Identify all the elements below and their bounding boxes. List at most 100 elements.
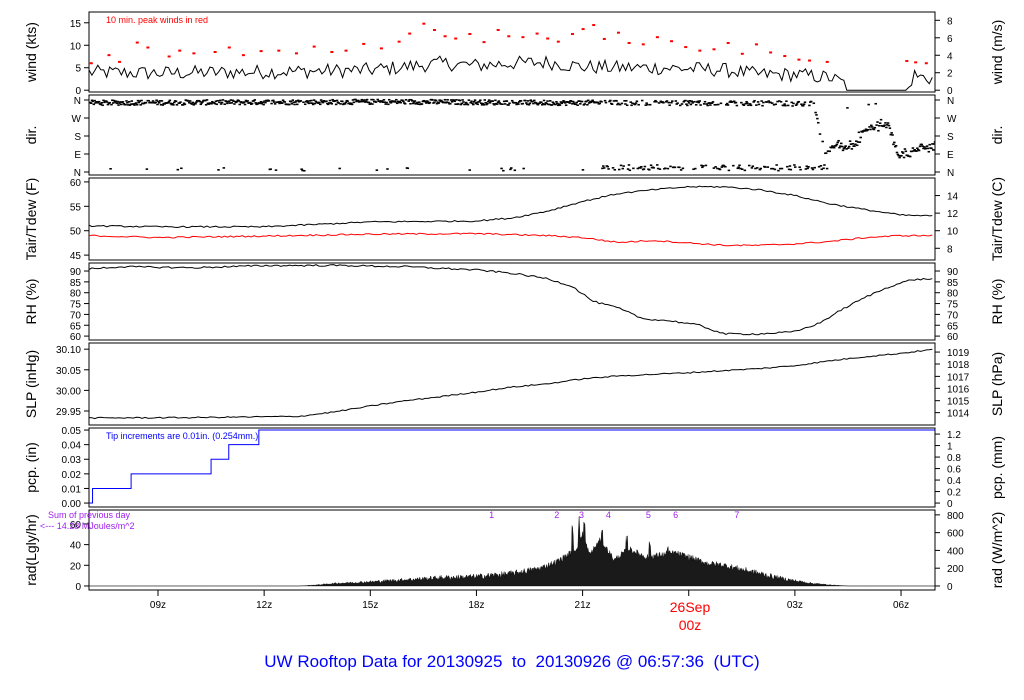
rh-right-tick-label: 90 xyxy=(947,267,959,278)
direction-point xyxy=(704,164,708,167)
direction-point xyxy=(507,104,510,106)
day-marker-hour: 00z xyxy=(679,617,702,633)
direction-point xyxy=(832,146,836,149)
direction-point xyxy=(502,169,505,172)
direction-point xyxy=(680,103,684,105)
direction-point xyxy=(883,124,886,126)
direction-point xyxy=(887,124,891,127)
direction-point xyxy=(930,147,933,150)
direction-point xyxy=(709,104,712,106)
temp-left-tick-label: 60 xyxy=(70,178,82,189)
direction-point xyxy=(784,104,787,107)
direction-point xyxy=(289,100,293,103)
peak-wind-point xyxy=(468,33,472,36)
direction-point xyxy=(199,103,203,106)
pcp-left-tick-label: 0.01 xyxy=(62,484,82,495)
direction-point xyxy=(246,100,249,102)
direction-point xyxy=(749,104,753,107)
direction-point xyxy=(866,128,870,131)
panel-rh: 6065707580859060657075808590RH (%) RH (%) xyxy=(23,262,1005,343)
direction-point xyxy=(646,103,649,106)
direction-point xyxy=(818,133,822,135)
direction-point xyxy=(116,100,119,103)
direction-point xyxy=(645,102,648,104)
direction-point xyxy=(290,102,294,105)
direction-point xyxy=(172,104,175,106)
direction-point xyxy=(669,165,672,168)
direction-point xyxy=(384,103,387,105)
direction-point xyxy=(413,100,417,102)
direction-point xyxy=(528,102,532,105)
pcp-right-tick-label: 1 xyxy=(947,442,953,453)
direction-point xyxy=(318,103,322,106)
direction-point xyxy=(221,99,225,101)
slp-ylabel-right: SLP (hPa) xyxy=(989,352,1005,416)
direction-point xyxy=(671,100,674,102)
direction-point xyxy=(847,145,851,148)
direction-point xyxy=(737,166,740,168)
direction-point xyxy=(385,101,388,104)
direction-point xyxy=(714,166,717,168)
direction-point xyxy=(813,166,816,169)
direction-point xyxy=(262,103,265,106)
direction-point xyxy=(156,103,159,106)
temp-right-tick-label: 8 xyxy=(947,244,953,255)
direction-point xyxy=(869,128,872,131)
direction-point xyxy=(176,168,180,171)
rh-left-tick-label: 85 xyxy=(70,278,82,289)
direction-point xyxy=(108,101,111,104)
direction-point xyxy=(885,126,888,129)
direction-point xyxy=(548,100,552,102)
slp-left-tick-label: 30.05 xyxy=(56,366,81,377)
peak-wind-point xyxy=(454,37,458,40)
direction-point xyxy=(205,99,209,101)
direction-point xyxy=(693,100,696,103)
direction-point xyxy=(580,100,584,103)
direction-point xyxy=(748,103,752,105)
rad-right-tick-label: 800 xyxy=(947,511,964,522)
temp-right-tick-label: 10 xyxy=(947,227,959,238)
dir-right-tick-label: S xyxy=(947,132,954,143)
direction-point xyxy=(280,102,284,104)
peak-wind-point xyxy=(905,59,909,62)
direction-point xyxy=(821,140,824,143)
direction-point xyxy=(303,169,306,172)
rad-left-tick-label: 40 xyxy=(70,541,82,552)
direction-point xyxy=(215,103,218,106)
direction-point xyxy=(663,167,667,170)
peak-wind-point xyxy=(362,42,366,45)
rad-marker-label: 3 xyxy=(579,510,584,520)
direction-point xyxy=(374,101,378,103)
direction-point xyxy=(464,101,468,104)
rad-right-tick-label: 400 xyxy=(947,546,964,557)
peak-wind-point xyxy=(602,37,606,40)
direction-point xyxy=(407,100,410,102)
direction-point xyxy=(795,103,799,105)
direction-point xyxy=(807,166,810,168)
direction-point xyxy=(836,141,839,144)
direction-point xyxy=(777,169,780,172)
direction-point xyxy=(619,164,623,167)
direction-point xyxy=(620,102,624,105)
direction-point xyxy=(711,101,715,103)
direction-point xyxy=(330,102,333,105)
direction-point xyxy=(479,99,482,102)
peak-wind-point xyxy=(294,52,298,55)
pcp-right-tick-label: 0 xyxy=(947,499,953,510)
slp-right-tick-label: 1014 xyxy=(947,409,970,420)
peak-wind-point xyxy=(330,51,334,53)
direction-point xyxy=(97,100,101,103)
direction-point xyxy=(643,165,647,168)
direction-point xyxy=(890,132,893,134)
direction-point xyxy=(218,101,221,104)
direction-point xyxy=(857,131,861,134)
direction-point xyxy=(222,167,226,169)
direction-point xyxy=(500,167,503,170)
day-marker-date: 26Sep xyxy=(670,599,711,615)
direction-point xyxy=(558,104,562,106)
direction-point xyxy=(792,102,795,105)
peak-wind-point xyxy=(192,52,196,55)
peak-wind-point xyxy=(740,52,744,55)
direction-point xyxy=(372,98,375,101)
slp-left-tick-label: 29.95 xyxy=(56,407,81,418)
